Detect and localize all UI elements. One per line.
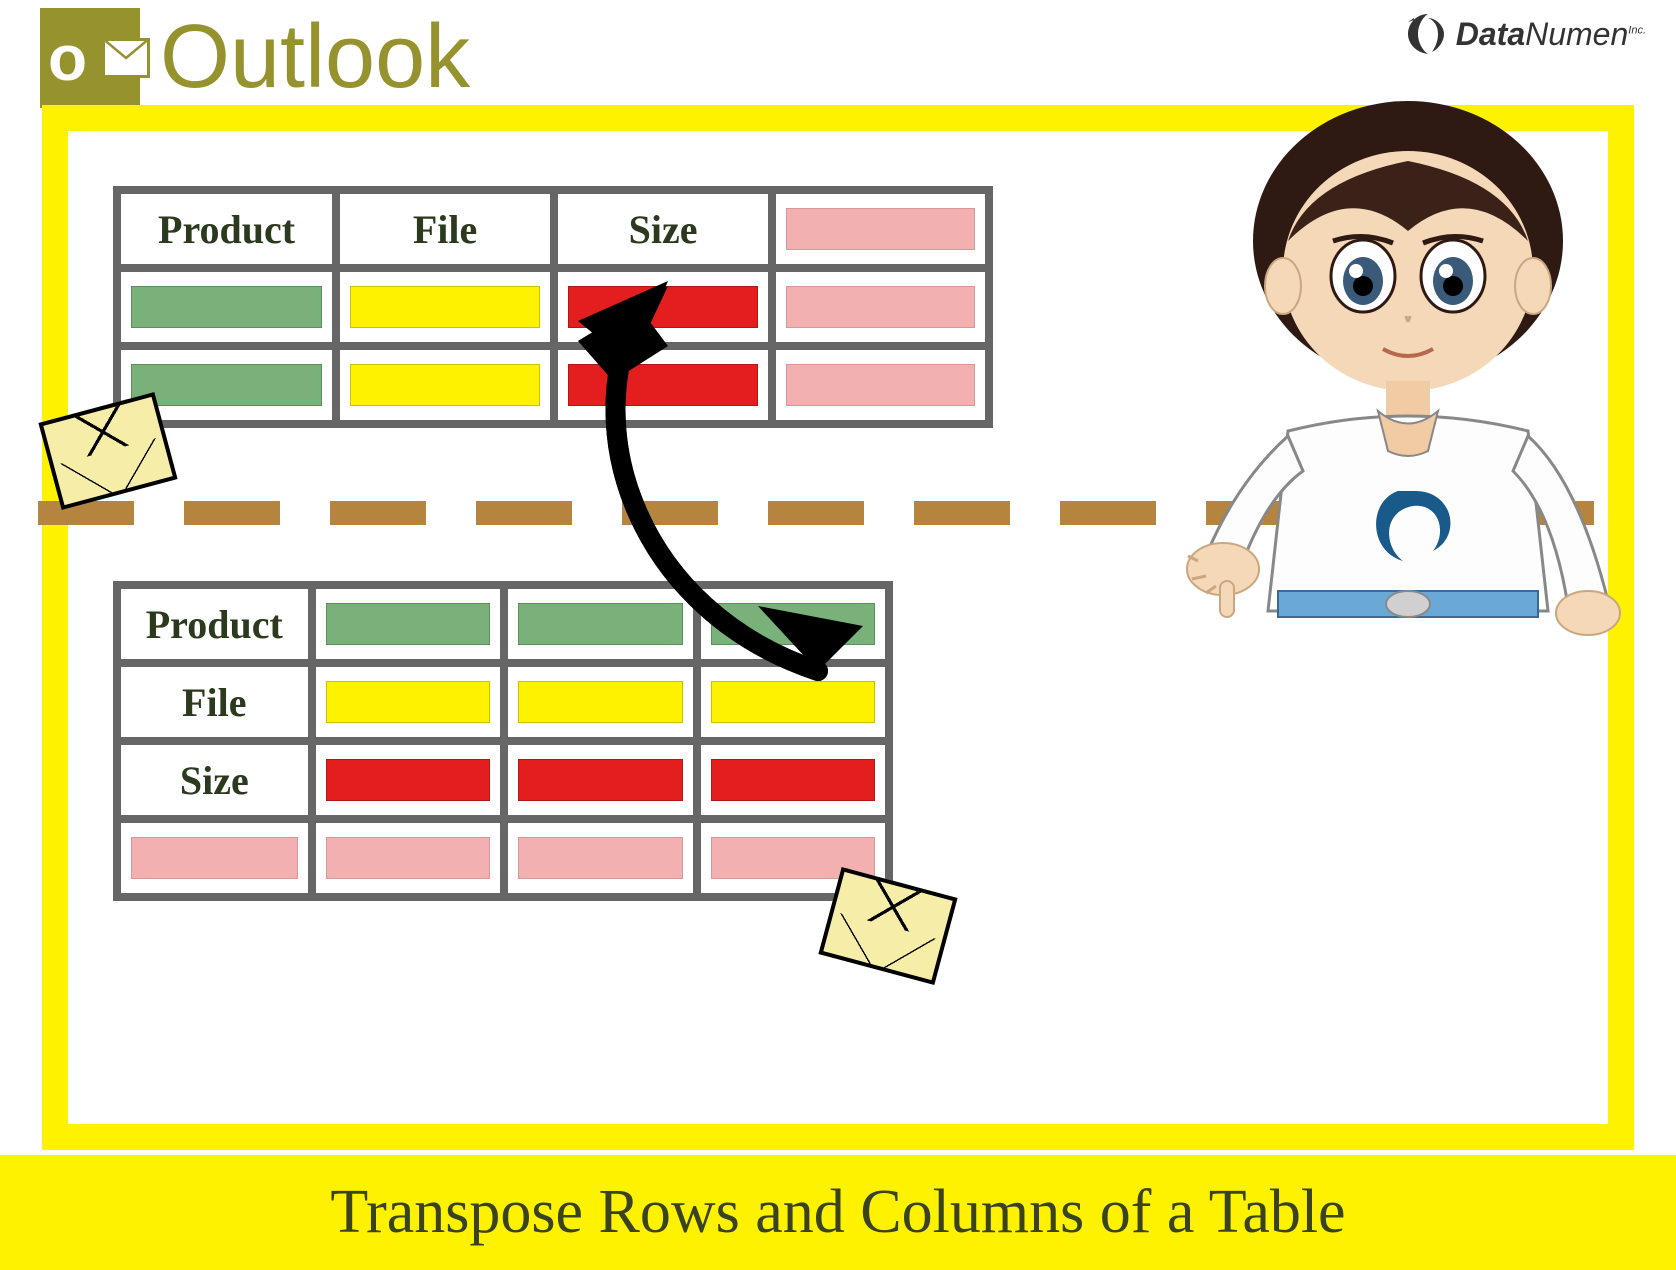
envelope-icon <box>818 867 957 985</box>
red-block <box>326 759 490 801</box>
red-block <box>518 759 682 801</box>
datanumen-logo: DataNumenInc. <box>1406 12 1646 56</box>
transpose-arrow-icon <box>518 251 1018 751</box>
dash <box>38 501 134 525</box>
envelope-icon <box>38 392 177 510</box>
outlook-o-letter: o <box>48 21 87 95</box>
outlook-envelope-icon <box>102 38 150 78</box>
pink-block <box>326 837 490 879</box>
datanumen-swoosh-icon <box>1406 12 1450 56</box>
col-header-product: Product <box>117 190 336 268</box>
caption-text: Transpose Rows and Columns of a Table <box>330 1177 1345 1248</box>
cell <box>312 663 504 741</box>
outlook-wordmark: Outlook <box>160 6 470 109</box>
outlook-logo: o Outlook <box>40 6 470 109</box>
pink-block <box>786 208 975 250</box>
cell <box>312 819 504 897</box>
pink-block <box>518 837 682 879</box>
datanumen-data: Data <box>1456 16 1525 52</box>
red-block <box>711 759 876 801</box>
character-illustration <box>1168 91 1648 651</box>
cell <box>697 741 890 819</box>
green-block <box>326 603 490 645</box>
dash <box>330 501 426 525</box>
dash <box>184 501 280 525</box>
main-frame: Product File Size <box>42 105 1634 1150</box>
yellow-block <box>350 286 540 328</box>
datanumen-numen: Numen <box>1525 16 1628 52</box>
table-row <box>117 819 889 897</box>
green-block <box>131 364 322 406</box>
pink-block <box>131 837 298 879</box>
yellow-block <box>326 681 490 723</box>
diagram-area: Product File Size <box>68 131 1608 1124</box>
cell <box>312 741 504 819</box>
datanumen-inc: Inc. <box>1628 24 1646 36</box>
row-header-product: Product <box>117 585 312 663</box>
outlook-icon: o <box>40 8 140 108</box>
cell <box>504 819 696 897</box>
yellow-block <box>350 364 540 406</box>
table-row: Size <box>117 741 889 819</box>
caption-bar: Transpose Rows and Columns of a Table <box>0 1155 1676 1270</box>
cell <box>504 741 696 819</box>
row-header-blank <box>117 819 312 897</box>
row-header-size: Size <box>117 741 312 819</box>
datanumen-text: DataNumenInc. <box>1456 16 1646 53</box>
cell <box>312 585 504 663</box>
green-block <box>131 286 322 328</box>
dash <box>1060 501 1156 525</box>
row-header-file: File <box>117 663 312 741</box>
cell <box>117 268 336 346</box>
